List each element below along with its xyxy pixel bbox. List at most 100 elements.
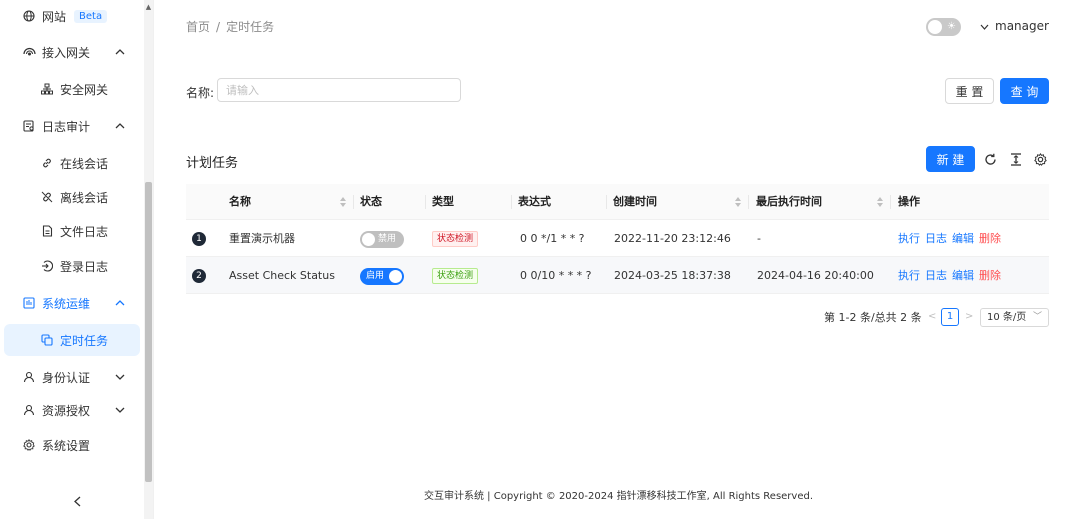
sidebar-item-online-sessions[interactable]: 在线会话 (0, 147, 140, 179)
gateway-icon (22, 45, 36, 59)
task-name: Asset Check Status (229, 269, 335, 282)
sidebar-scrollbar-thumb[interactable] (145, 182, 152, 482)
ops-icon (22, 296, 36, 310)
column-divider (425, 195, 426, 209)
column-header-created[interactable]: 创建时间 (613, 184, 657, 220)
switch-knob (362, 233, 375, 246)
collapse-sidebar-button[interactable] (70, 494, 84, 508)
density-icon[interactable] (1008, 151, 1024, 167)
table-title: 计划任务 (186, 156, 239, 171)
sidebar-item-settings[interactable]: 系统设置 (0, 429, 140, 461)
sidebar-item-identity[interactable]: 身份认证 (0, 361, 140, 393)
log-link[interactable]: 日志 (925, 232, 947, 245)
name-filter-label: 名称: (186, 86, 215, 100)
page-button-current[interactable]: 1 (941, 308, 959, 326)
table-header: 名称 状态 类型 表达式 创建时间 最后执行时间 操作 (186, 184, 1049, 220)
sidebar-item-audit-logs[interactable]: 日志审计 (0, 110, 140, 142)
chevron-down-icon (980, 19, 989, 33)
sort-icon[interactable] (339, 196, 347, 208)
table-row: 1 重置演示机器 禁用 状态检测 0 0 */1 * * ? 2022-11-2… (186, 220, 1049, 257)
sidebar-item-website[interactable]: 网站 Beta (0, 0, 140, 32)
sidebar-item-file-logs[interactable]: 文件日志 (0, 215, 140, 247)
prev-page-icon[interactable]: < (928, 311, 936, 322)
chevron-down-icon: ﹀ (1032, 312, 1042, 322)
status-switch[interactable]: 启用 (360, 268, 404, 285)
row-actions: 执行 日志 编辑 删除 (898, 257, 1006, 294)
sidebar: 网站 Beta 接入网关 安全网关 日志审计 在线会话 离线会话 文件日志 登录… (0, 0, 154, 519)
execute-link[interactable]: 执行 (898, 232, 920, 245)
execute-link[interactable]: 执行 (898, 269, 920, 282)
delete-link[interactable]: 删除 (979, 269, 1001, 282)
switch-label: 禁用 (378, 234, 397, 244)
footer-copyright: 交互审计系统 | Copyright © 2020-2024 指针漂移科技工作室… (424, 491, 814, 502)
sidebar-item-scheduled-tasks[interactable]: 定时任务 (4, 324, 140, 356)
link-icon (40, 156, 54, 170)
task-name: 重置演示机器 (229, 232, 295, 245)
next-page-icon[interactable]: > (965, 311, 973, 322)
sidebar-item-ops[interactable]: 系统运维 (0, 287, 140, 319)
sidebar-item-label: 定时任务 (60, 333, 109, 348)
sidebar-item-label: 身份认证 (42, 370, 91, 385)
sidebar-item-offline-sessions[interactable]: 离线会话 (0, 181, 140, 213)
page-size-select[interactable]: 10 条/页 ﹀ (980, 308, 1049, 327)
scroll-up-arrow-icon[interactable]: ▲ (145, 2, 152, 12)
column-settings-gear-icon[interactable] (1032, 151, 1048, 167)
created-time: 2024-03-25 18:37:38 (614, 269, 731, 282)
page-size-value: 10 条/页 (987, 312, 1027, 323)
schedule-icon (40, 333, 54, 347)
last-run-time: - (757, 232, 761, 245)
last-run-time: 2024-04-16 20:40:00 (757, 269, 874, 282)
pagination-summary: 第 1-2 条/总共 2 条 (824, 311, 922, 324)
refresh-icon[interactable] (982, 151, 998, 167)
breadcrumb-home[interactable]: 首页 (186, 20, 210, 34)
sort-icon[interactable] (876, 196, 884, 208)
reset-button[interactable]: 重 置 (945, 78, 994, 104)
sidebar-item-label: 系统设置 (42, 438, 91, 453)
edit-link[interactable]: 编辑 (952, 269, 974, 282)
sort-icon[interactable] (734, 196, 742, 208)
sidebar-item-access-gateway[interactable]: 接入网关 (0, 36, 140, 68)
sidebar-item-label: 网站 (42, 9, 67, 24)
login-icon (40, 259, 54, 273)
column-header-name[interactable]: 名称 (229, 184, 251, 220)
cron-expression: 0 0/10 * * * ? (520, 269, 592, 282)
audit-icon (22, 119, 36, 133)
log-link[interactable]: 日志 (925, 269, 947, 282)
edit-link[interactable]: 编辑 (952, 232, 974, 245)
type-tag: 状态检测 (432, 268, 479, 284)
query-button[interactable]: 查 询 (1000, 78, 1049, 104)
column-header-expression: 表达式 (518, 195, 551, 208)
sidebar-item-label: 在线会话 (60, 156, 109, 171)
table-row: 2 Asset Check Status 启用 状态检测 0 0/10 * * … (186, 257, 1049, 294)
user-menu[interactable]: manager (980, 19, 1049, 33)
column-header-last-run[interactable]: 最后执行时间 (756, 184, 822, 220)
file-icon (40, 224, 54, 238)
chevron-down-icon (114, 371, 126, 383)
toggle-knob (928, 20, 942, 34)
created-time: 2022-11-20 23:12:46 (614, 232, 731, 245)
switch-label: 启用 (366, 271, 385, 281)
row-actions: 执行 日志 编辑 删除 (898, 220, 1006, 257)
sidebar-item-label: 接入网关 (42, 45, 91, 60)
sidebar-item-label: 离线会话 (60, 190, 109, 205)
delete-link[interactable]: 删除 (979, 232, 1001, 245)
tasks-table: 名称 状态 类型 表达式 创建时间 最后执行时间 操作 1 重置演示机器 禁用 … (186, 184, 1049, 294)
breadcrumb-current: 定时任务 (226, 20, 275, 34)
column-header-status: 状态 (360, 195, 382, 208)
new-button[interactable]: 新 建 (926, 146, 975, 172)
status-switch[interactable]: 禁用 (360, 231, 404, 248)
column-divider (606, 195, 607, 209)
cluster-icon (40, 82, 54, 96)
sidebar-item-login-logs[interactable]: 登录日志 (0, 250, 140, 282)
sidebar-item-resource-auth[interactable]: 资源授权 (0, 394, 140, 426)
user-icon (22, 403, 36, 417)
sidebar-item-label: 日志审计 (42, 119, 91, 134)
sidebar-item-security-gateway[interactable]: 安全网关 (0, 73, 140, 105)
sidebar-item-label: 登录日志 (60, 259, 109, 274)
column-divider (890, 195, 891, 209)
chevron-down-icon (114, 404, 126, 416)
column-divider (353, 195, 354, 209)
theme-toggle[interactable]: ☀ (926, 18, 961, 36)
name-filter-input[interactable] (217, 78, 461, 102)
breadcrumb: 首页 / 定时任务 (186, 20, 275, 34)
